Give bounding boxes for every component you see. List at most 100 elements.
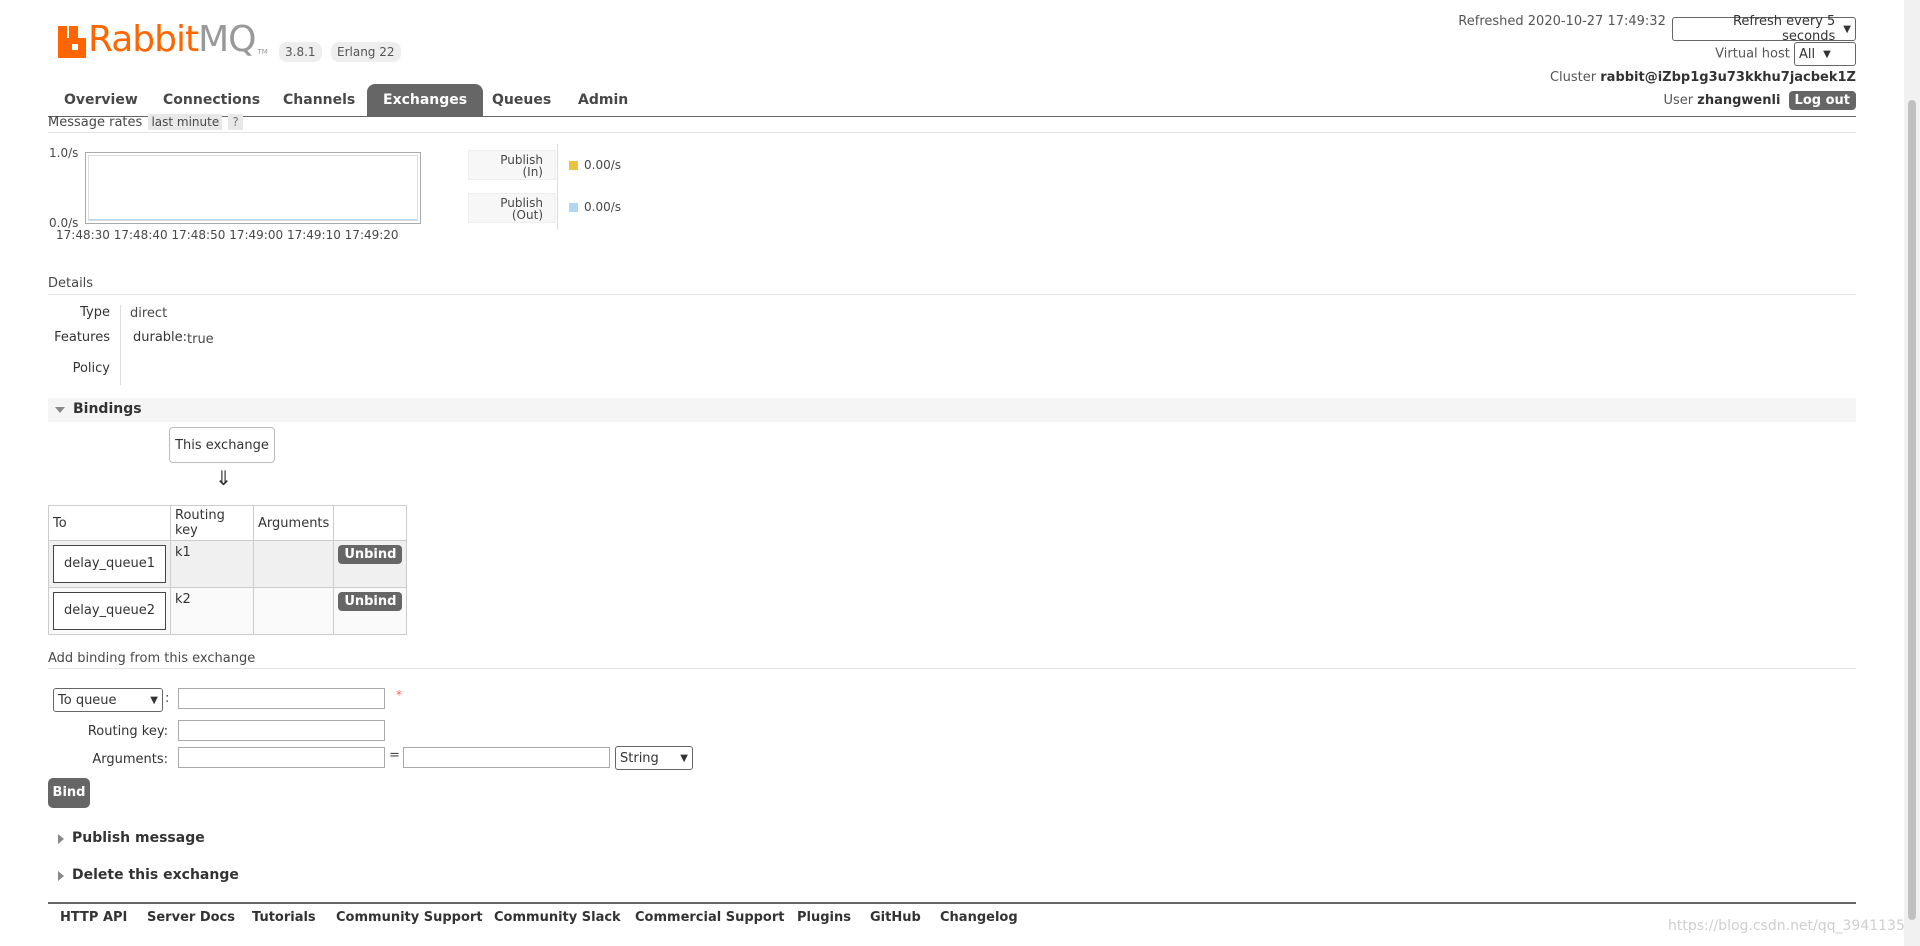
- logo-trademark: TM: [257, 48, 268, 56]
- footer-link-server-docs[interactable]: Server Docs: [147, 910, 235, 925]
- arguments-cell: [253, 540, 335, 588]
- refresh-interval-select[interactable]: Refresh every 5 seconds ▼: [1672, 14, 1856, 44]
- vhost-label: Virtual host: [1715, 46, 1790, 62]
- footer-link-tutorials[interactable]: Tutorials: [252, 910, 316, 925]
- durable-value: true: [187, 332, 214, 347]
- details-title: Details: [48, 276, 94, 291]
- argument-key-input[interactable]: [178, 747, 385, 768]
- queue-link[interactable]: delay_queue1: [53, 545, 167, 583]
- refresh-row: Refreshed 2020-10-27 17:49:32 Refresh ev…: [1458, 14, 1856, 44]
- divider: [48, 132, 1856, 133]
- bindings-table: To Routing key Arguments delay_queue1 k1…: [47, 505, 408, 635]
- queue-link[interactable]: delay_queue2: [53, 592, 167, 630]
- required-marker: *: [396, 688, 402, 702]
- footer-link-community-support[interactable]: Community Support: [336, 910, 483, 925]
- colon-label: :: [165, 691, 170, 706]
- footer-link-commercial-support[interactable]: Commercial Support: [635, 910, 785, 925]
- scrollbar-thumb[interactable]: [1908, 100, 1916, 920]
- chart-series-line: [89, 219, 417, 220]
- table-row: delay_queue1 k1 Unbind: [47, 540, 408, 588]
- x-tick: 17:48:30: [56, 228, 110, 242]
- publish-in-swatch: [569, 161, 578, 170]
- footer-link-http-api[interactable]: HTTP API: [60, 910, 127, 925]
- arguments-cell: [253, 587, 335, 635]
- add-binding-title: Add binding from this exchange: [48, 651, 256, 666]
- tab-connections[interactable]: Connections: [147, 84, 276, 116]
- x-tick: 17:49:20: [344, 228, 399, 242]
- refresh-interval-value: Refresh every 5 seconds: [1732, 14, 1836, 44]
- divider: [48, 294, 1856, 295]
- bindings-title: Bindings: [73, 401, 142, 417]
- durable-key: durable:: [133, 330, 188, 345]
- footer-link-community-slack[interactable]: Community Slack: [494, 910, 621, 925]
- divider: [48, 668, 1856, 669]
- footer-link-github[interactable]: GitHub: [870, 910, 921, 925]
- bindings-section-header[interactable]: Bindings: [48, 398, 1856, 422]
- legend-publish-out-label[interactable]: Publish (Out): [468, 193, 556, 223]
- refreshed-time: 2020-10-27 17:49:32: [1527, 14, 1666, 29]
- unbind-button[interactable]: Unbind: [338, 545, 403, 564]
- argument-type-select[interactable]: String ▼: [615, 746, 693, 770]
- chart-x-ticks: 17:48:30 17:48:40 17:48:50 17:49:00 17:4…: [56, 228, 399, 242]
- message-rates-title: Message rates: [48, 115, 143, 130]
- footer-link-plugins[interactable]: Plugins: [797, 910, 851, 925]
- tab-channels[interactable]: Channels: [267, 84, 371, 116]
- message-rates-chart: [85, 152, 421, 224]
- tab-exchanges[interactable]: Exchanges: [367, 84, 484, 116]
- destination-name-input[interactable]: [178, 688, 385, 709]
- cluster-name: rabbit@iZbp1g3u73kkhu7jacbek1Z: [1600, 70, 1856, 85]
- unbind-button[interactable]: Unbind: [338, 592, 403, 611]
- argument-value-input[interactable]: [403, 747, 610, 768]
- destination-type-select[interactable]: To queue ▼: [53, 688, 163, 712]
- arguments-label: Arguments:: [92, 752, 168, 767]
- message-rates-header: Message rates last minute ?: [48, 114, 243, 130]
- delete-exchange-title: Delete this exchange: [72, 867, 239, 883]
- tab-admin[interactable]: Admin: [562, 84, 644, 116]
- logo-text-rabbit: Rabbit: [88, 19, 199, 60]
- rates-range-toggle[interactable]: last minute: [148, 114, 223, 130]
- vhost-row: Virtual host All ▼: [1715, 42, 1856, 66]
- legend-divider: [557, 144, 558, 230]
- features-label: Features: [54, 330, 110, 345]
- chevron-down-icon: ▼: [1843, 23, 1851, 35]
- tab-queues[interactable]: Queues: [476, 84, 567, 116]
- arrow-down-icon: ⇓: [215, 466, 232, 490]
- routing-key-input[interactable]: [178, 720, 385, 741]
- vhost-value: All: [1799, 46, 1816, 62]
- x-tick: 17:48:50: [171, 228, 226, 242]
- type-label: Type: [80, 305, 110, 320]
- help-icon[interactable]: ?: [228, 114, 243, 130]
- publish-out-rate: 0.00/s: [584, 200, 622, 214]
- chart-y-max: 1.0/s: [49, 146, 79, 160]
- delete-exchange-section[interactable]: Delete this exchange: [48, 867, 448, 887]
- erlang-badge: Erlang 22: [331, 42, 401, 62]
- watermark-text: https://blog.csdn.net/qq_39411351: [1668, 918, 1914, 934]
- column-header-to: To: [47, 505, 172, 541]
- policy-label: Policy: [72, 361, 110, 376]
- expand-arrow-icon: [58, 834, 64, 844]
- details-divider: [120, 305, 121, 385]
- chevron-down-icon: ▼: [150, 694, 158, 706]
- publish-message-section[interactable]: Publish message: [48, 830, 448, 850]
- table-header-row: To Routing key Arguments: [47, 505, 408, 541]
- x-tick: 17:49:10: [286, 228, 341, 242]
- legend-label-line2: (Out): [511, 208, 543, 222]
- refreshed-label: Refreshed: [1458, 14, 1524, 29]
- bind-button[interactable]: Bind: [48, 778, 90, 808]
- rabbitmq-logo[interactable]: RabbitMQ TM: [58, 22, 268, 58]
- tab-overview[interactable]: Overview: [48, 84, 154, 116]
- routing-key-cell: k2: [170, 587, 255, 635]
- table-row: delay_queue2 k2 Unbind: [47, 587, 408, 635]
- chevron-down-icon: ▼: [680, 752, 688, 764]
- legend-publish-in-label[interactable]: Publish (In): [468, 150, 556, 180]
- footer-link-changelog[interactable]: Changelog: [940, 910, 1018, 925]
- main-nav: Overview Connections Channels Exchanges …: [48, 84, 1856, 117]
- page-scrollbar[interactable]: [1904, 0, 1920, 946]
- routing-key-label: Routing key:: [87, 724, 168, 739]
- x-tick: 17:49:00: [229, 228, 284, 242]
- vhost-select[interactable]: All ▼: [1794, 42, 1856, 66]
- routing-key-cell: k1: [170, 540, 255, 588]
- equals-sign: =: [389, 748, 400, 763]
- column-header-actions: [333, 505, 408, 541]
- rabbitmq-logo-icon: [58, 26, 86, 58]
